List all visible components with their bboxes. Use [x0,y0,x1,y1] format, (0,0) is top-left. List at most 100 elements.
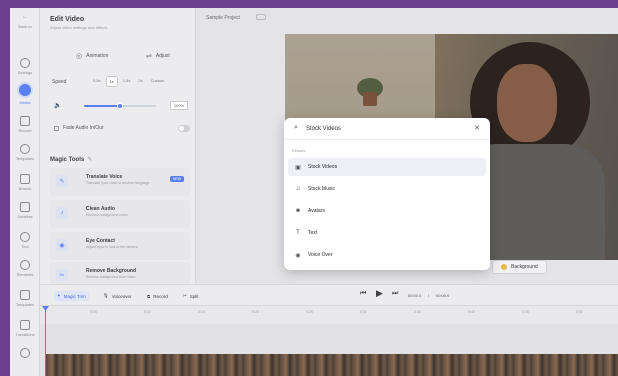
rail-item-elements[interactable]: Elements [10,258,40,286]
elements-icon [20,260,30,270]
voiceover-button[interactable]: 🎙 Voiceover [100,291,134,301]
result-label: Stock Videos [308,164,338,170]
play-icon[interactable]: ▶ [376,288,383,299]
tool-desc: Adjust eyes to look at the camera [86,245,138,249]
text-icon [20,232,30,242]
rail-item-templates-2[interactable]: Templates [10,288,40,316]
rail-item-record[interactable]: Record [10,114,40,142]
rail-item-help[interactable] [10,346,40,374]
ruler-tick: 0:30 [360,310,367,314]
tool-desc: Translate your voice to another language [86,181,150,185]
fade-audio-option[interactable]: Fade Audio In/Out [54,125,103,131]
ruler-tick: 0:35 [414,310,421,314]
text-icon: T [296,230,300,236]
scissors-icon: ✂ [183,293,187,298]
volume-knob[interactable] [117,103,123,109]
skip-back-icon[interactable]: ⏮ [360,290,366,298]
magic-tools-label: Magic Tools [50,157,85,163]
eye-icon: ◉ [56,239,68,251]
adjust-tab[interactable]: ⇌ Adjust [146,48,170,64]
ruler-tick: 0:50 [576,310,583,314]
video-clip-track[interactable] [46,354,618,376]
rail-label: Back to [18,24,32,29]
panel-title: Edit Video [50,16,85,23]
rail-label: Elements [16,272,34,277]
rail-label: Settings [17,70,33,75]
current-time: 00:00.0 [408,293,422,298]
speed-option[interactable]: 1.5x [120,76,134,87]
tool-translate-voice[interactable]: ✎ Translate Voice Translate your voice t… [50,168,190,196]
search-input[interactable]: Stock Videos [306,126,341,132]
rail-item-templates[interactable]: Templates [10,142,40,170]
magic-trim-button[interactable]: ✦ Magic Trim [54,291,89,301]
fade-toggle[interactable] [178,125,190,132]
result-label: Stock Music [308,186,335,192]
playhead[interactable] [45,306,46,376]
tool-desc: Remove background from video [86,275,136,279]
tool-name: Eye Contact [86,238,115,244]
background-label: Background [511,264,538,270]
sparkle-icon: ✎ [87,157,93,163]
panel-subtitle: Adjust video settings and effects [50,25,108,30]
ruler-tick: 0:10 [144,310,151,314]
new-badge: NEW [169,176,184,182]
rail-label: Record [18,128,32,133]
split-button[interactable]: ✂ Split [180,291,202,301]
speed-option[interactable]: 0.5x [90,76,104,87]
timeline-track[interactable] [40,324,618,354]
rail-item-transitions[interactable]: Transitions [10,318,40,346]
timeline-ruler[interactable]: 0:05 0:10 0:15 0:20 0:25 0:30 0:35 0:40 0:45 0:50 [40,306,618,324]
rail-label: Subtitles [17,214,33,219]
ruler-tick: 0:25 [306,310,313,314]
rail-item-settings[interactable]: Settings [10,56,40,84]
speed-option[interactable]: 2x [135,76,145,87]
close-icon[interactable]: ✕ [474,124,480,132]
tool-name: Remove Background [86,268,137,274]
speed-option[interactable]: Custom [148,76,168,87]
result-stock-music[interactable]: ♫ Stock Music [288,180,486,198]
tool-eye-contact[interactable]: ◉ Eye Contact Adjust eyes to look at the… [50,232,190,260]
speed-options: 0.5x 1x 1.5x 2x Custom [90,76,167,87]
volume-value[interactable]: 100% [170,101,188,110]
popup-search-bar[interactable]: ⌕ Stock Videos ✕ [284,118,490,140]
translate-icon: ✎ [56,175,68,187]
animation-icon: ◎ [76,53,83,60]
subtitles-icon [20,202,30,212]
background-button[interactable]: Background [492,260,547,274]
result-stock-videos[interactable]: ▣ Stock Videos [288,158,486,176]
record-button[interactable]: ⧉ Record [144,291,171,301]
tool-name: Translate Voice [86,174,123,180]
project-name[interactable]: Sample Project [206,15,240,21]
media-icon [17,82,33,98]
rail-item-brands[interactable]: Brands [10,172,40,200]
result-voice-over[interactable]: ◉ Voice Over [288,246,486,264]
fade-label: Fade Audio In/Out [63,125,104,131]
magic-trim-label: Magic Trim [63,293,86,299]
rail-label: Brands [18,186,32,191]
result-text[interactable]: T Text [288,224,486,242]
skip-forward-icon[interactable]: ⏭ [392,290,398,298]
back-icon: ← [22,14,28,20]
result-avatars[interactable]: ☻ Avatars [288,202,486,220]
animation-label: Animation [86,53,109,59]
rail-label: Text [21,244,29,249]
rail-item-media[interactable]: Media [10,82,40,110]
volume-slider[interactable] [84,103,156,109]
rail-item-subtitles[interactable]: Subtitles [10,200,40,228]
rail-item-text[interactable]: Text [10,230,40,258]
rail-label: Templates [15,156,35,161]
audio-icon: ♪ [56,207,68,219]
back-button[interactable]: ← Back to [10,10,40,38]
speed-label: Speed [52,79,67,85]
speed-option-selected[interactable]: 1x [105,76,118,87]
fade-checkbox[interactable] [54,125,59,131]
background-icon [501,264,507,270]
voice-icon: ◉ [295,252,301,259]
time-separator: / [428,293,430,298]
magic-tools-title: Magic Tools ✎ [50,156,92,163]
tool-clean-audio[interactable]: ♪ Clean Audio Remove background noise [50,200,190,228]
transitions-icon [20,320,30,330]
tool-remove-background[interactable]: ✂ Remove Background Remove background fr… [50,262,190,284]
animation-tab[interactable]: ◎ Animation [76,48,108,64]
tool-desc: Remove background noise [86,213,128,217]
